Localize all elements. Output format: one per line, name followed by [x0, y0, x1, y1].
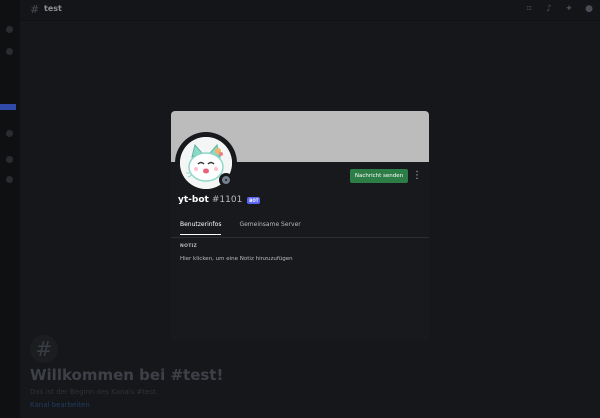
username: yt-bot	[178, 195, 209, 205]
username-row: yt-bot #1101 BOT	[178, 195, 261, 205]
more-options-icon[interactable]: ⋮	[412, 169, 422, 183]
server-icon[interactable]	[6, 156, 13, 163]
avatar-frame	[175, 132, 237, 194]
threads-icon[interactable]: ⌗	[524, 4, 534, 14]
status-indicator	[219, 173, 233, 187]
note-input[interactable]: Hier klicken, um eine Notiz hinzuzufügen	[180, 256, 293, 262]
selected-channel-indicator	[0, 104, 16, 110]
server-icon[interactable]	[6, 26, 13, 33]
welcome-subtitle: Das ist der Beginn des Kanals #test.	[30, 388, 159, 396]
welcome-hash-icon: #	[30, 335, 58, 363]
server-icon[interactable]	[6, 48, 13, 55]
divider	[171, 237, 429, 238]
header-toolbar: ⌗ ♪ ✦ ●	[524, 4, 594, 14]
tab-user-info[interactable]: Benutzerinfos	[180, 221, 222, 235]
bell-icon[interactable]: ♪	[544, 4, 554, 14]
hashtag-icon: #	[30, 3, 40, 16]
welcome-title: Willkommen bei #test!	[30, 366, 224, 384]
send-message-button[interactable]: Nachricht senden	[350, 169, 408, 183]
discriminator: #1101	[211, 195, 243, 205]
server-sidebar	[0, 0, 20, 418]
channel-header: # test ⌗ ♪ ✦ ●	[20, 0, 600, 21]
edit-channel-link[interactable]: Kanal bearbeiten	[30, 401, 90, 409]
tab-mutual-servers[interactable]: Gemeinsame Server	[239, 221, 300, 235]
bot-badge: BOT	[247, 196, 261, 204]
user-profile-modal: Nachricht senden ⋮ yt-bot #1101 BOT Benut…	[171, 111, 429, 341]
server-icon[interactable]	[6, 130, 13, 137]
pin-icon[interactable]: ✦	[564, 4, 574, 14]
channel-name: test	[44, 4, 62, 13]
members-icon[interactable]: ●	[584, 4, 594, 14]
server-icon[interactable]	[6, 176, 13, 183]
note-heading: NOTIZ	[180, 244, 198, 249]
offline-status-icon	[222, 176, 230, 184]
profile-tabs: Benutzerinfos Gemeinsame Server	[180, 221, 301, 235]
